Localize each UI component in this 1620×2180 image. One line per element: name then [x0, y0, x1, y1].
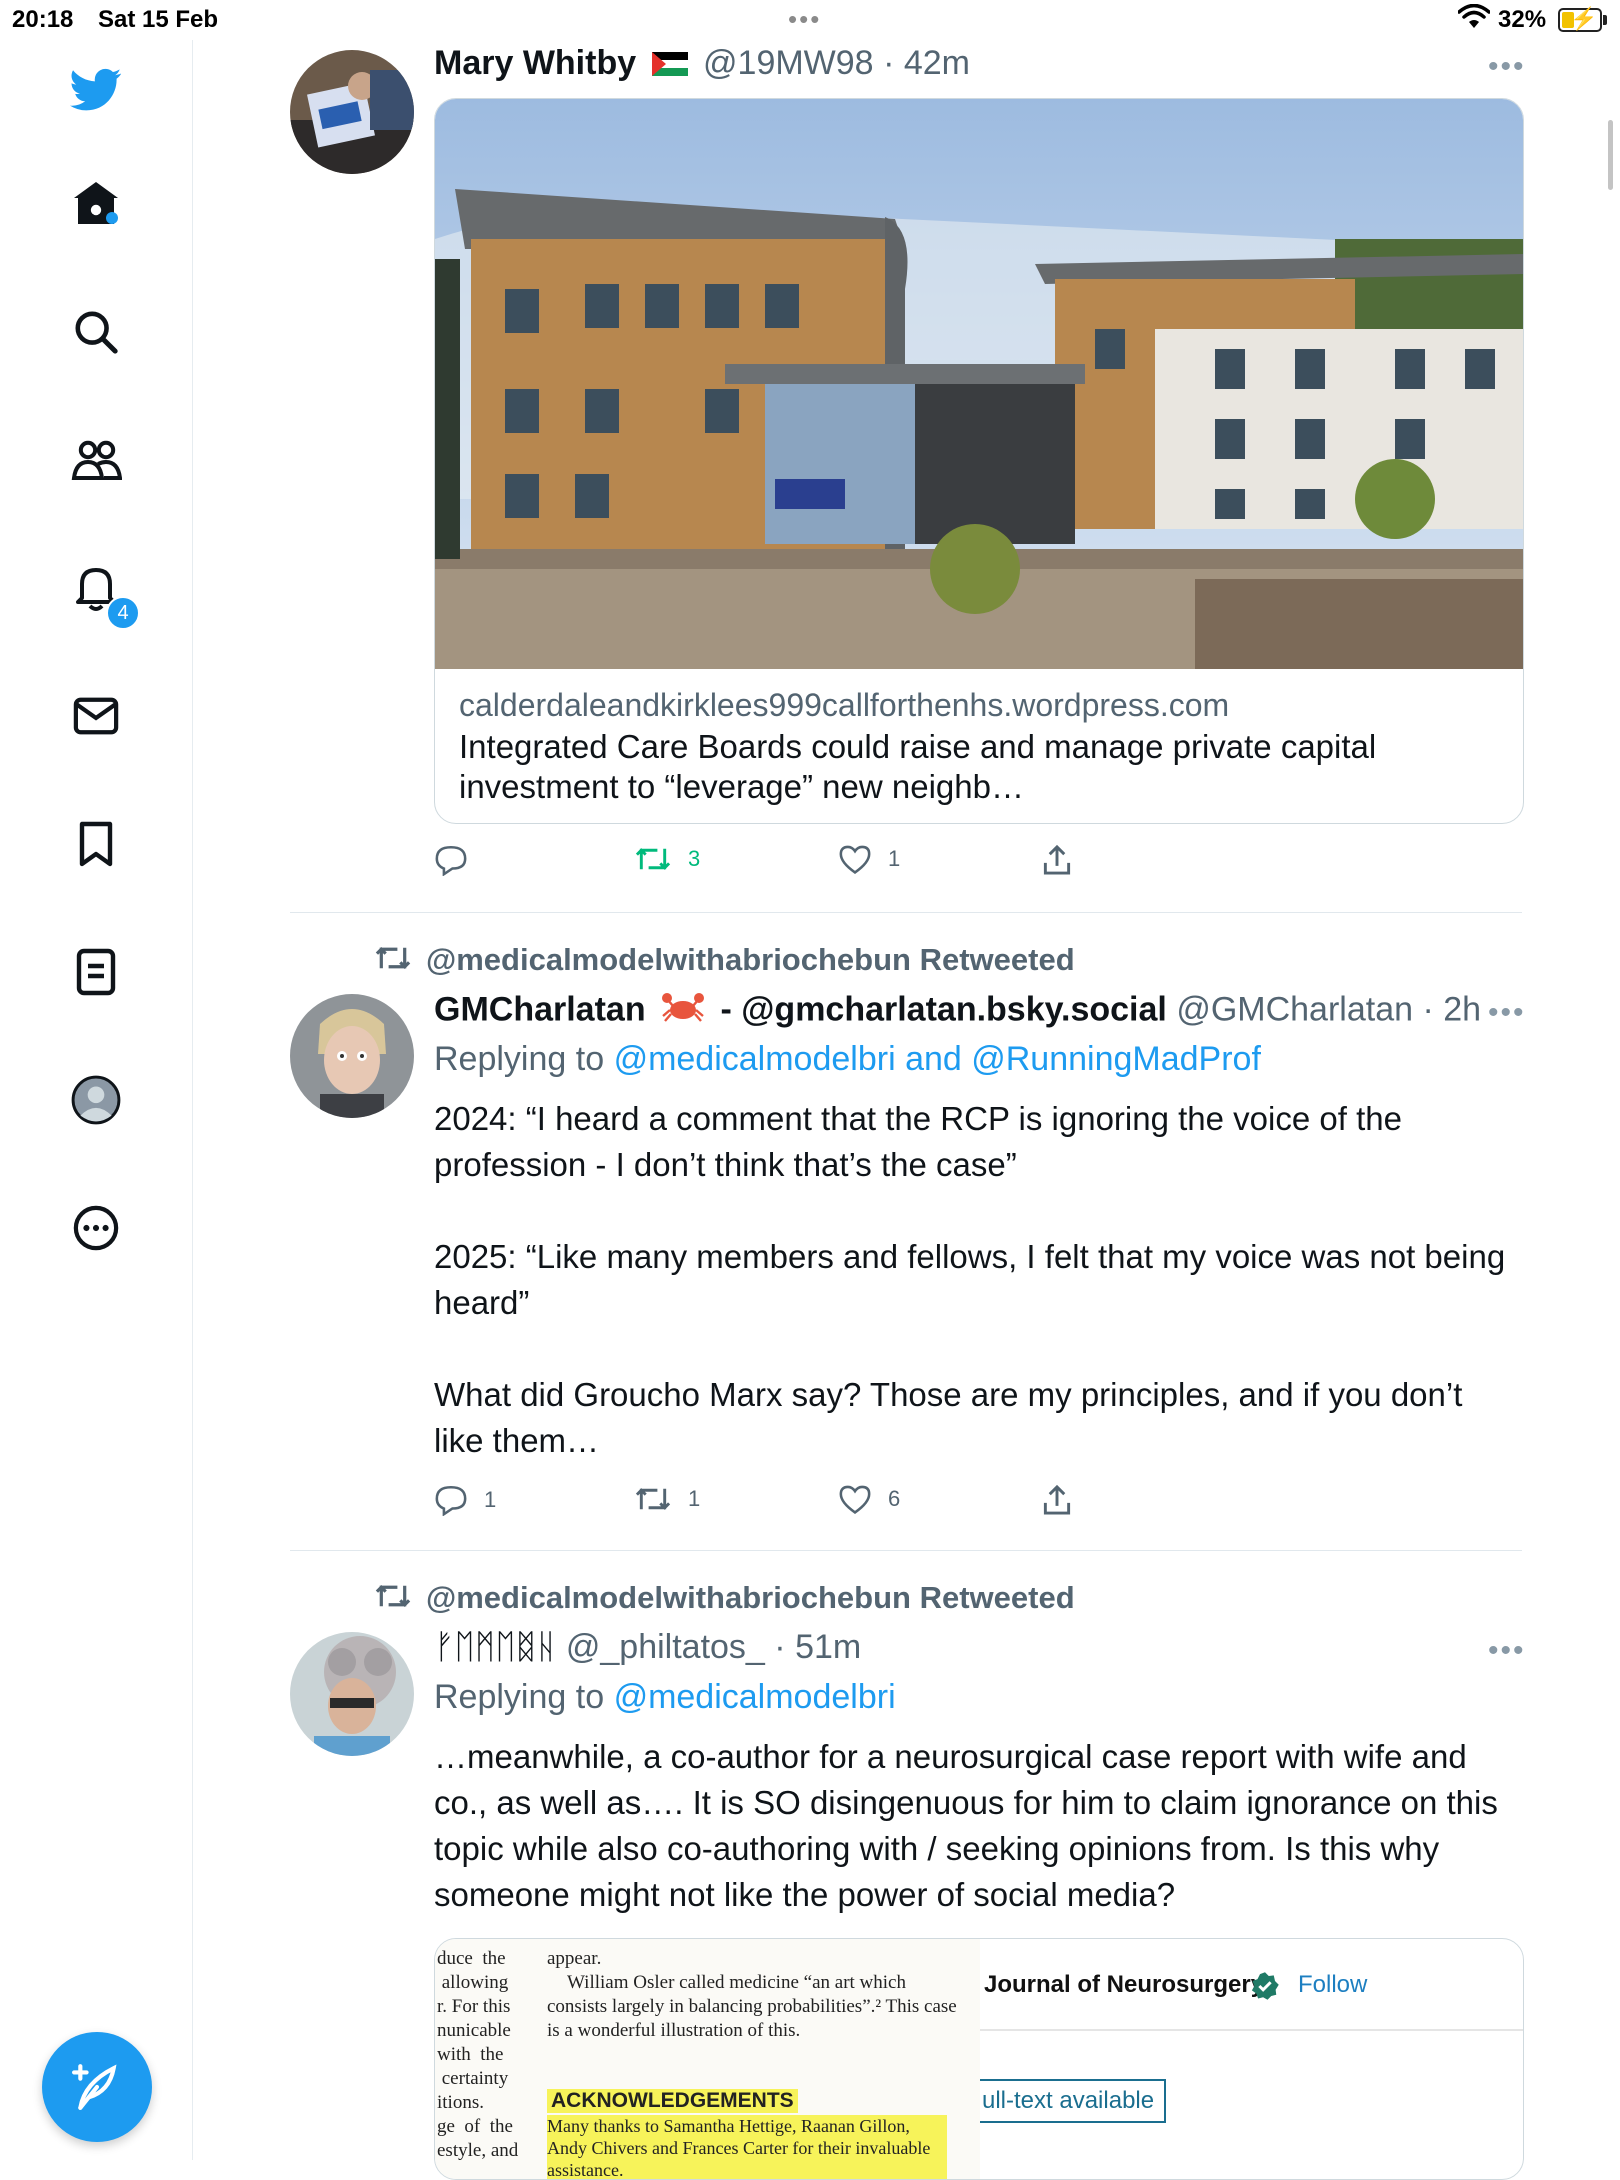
link-card-image — [435, 99, 1523, 669]
battery-icon: ⚡ — [1558, 6, 1607, 32]
tweet-media-image[interactable]: duce the allowing r. For this nunicable … — [434, 1938, 1524, 2180]
reply-button[interactable] — [434, 844, 484, 876]
tweet-handle[interactable]: @_philtatos_ — [566, 1628, 765, 1666]
tweet-divider — [290, 1550, 1522, 1551]
full-text-available-button[interactable]: ull-text available — [980, 2079, 1167, 2123]
tweet-handle[interactable]: @GMCharlatan — [1176, 990, 1413, 1028]
acknowledgements-heading: ACKNOWLEDGEMENTS — [547, 2089, 798, 2113]
scrollbar[interactable] — [1608, 120, 1613, 190]
battery-percent: 32% — [1498, 6, 1547, 33]
replying-to-link[interactable]: @medicalmodelbri and @RunningMadProf — [614, 1040, 1261, 1078]
communities-icon[interactable] — [66, 430, 126, 490]
like-button[interactable]: 1 — [838, 844, 900, 874]
replying-to-label: Replying to — [434, 1678, 605, 1716]
tweet-time[interactable]: 51m — [795, 1628, 861, 1666]
messages-icon[interactable] — [66, 686, 126, 746]
tweet-author-name[interactable]: GMCharlatan — [434, 990, 646, 1028]
avatar[interactable] — [290, 1632, 414, 1756]
tweet-time[interactable]: 42m — [904, 44, 970, 82]
compose-tweet-button[interactable] — [42, 2032, 152, 2142]
lists-icon[interactable] — [66, 942, 126, 1002]
paper-paragraph: William Osler called medicine “an art wh… — [547, 1972, 957, 2041]
profile-icon[interactable] — [66, 1070, 126, 1130]
tweet-author-name[interactable]: Mary Whitby — [434, 44, 636, 82]
paper-right-column: appear. William Osler called medicine “a… — [547, 1947, 967, 2043]
follow-button[interactable]: Follow — [1298, 1971, 1367, 1999]
avatar[interactable] — [290, 994, 414, 1118]
search-icon[interactable] — [66, 302, 126, 362]
tweet-text: …meanwhile, a co-author for a neurosurgi… — [434, 1738, 1507, 1913]
retweeted-icon — [374, 943, 412, 981]
share-icon — [1043, 844, 1071, 875]
bookmarks-icon[interactable] — [66, 814, 126, 874]
link-card-title: Integrated Care Boards could raise and m… — [459, 728, 1377, 805]
tweet-divider — [290, 912, 1522, 913]
reply-icon — [435, 845, 467, 876]
status-bar: 20:18 Sat 15 Feb ••• 32% ⚡ — [0, 0, 1620, 40]
journal-panel: Journal of Neurosurgery Follow ull-text … — [980, 1939, 1523, 2179]
tweet-author-name[interactable]: ᚠᛖᛗᛖᛥᚺ — [434, 1628, 556, 1666]
paper-excerpt: duce the allowing r. For this nunicable … — [435, 1939, 980, 2179]
paper-left-column: duce the allowing r. For this nunicable … — [437, 1948, 519, 2161]
reply-count: 1 — [484, 1487, 497, 1512]
home-icon[interactable] — [66, 173, 126, 233]
more-icon[interactable] — [66, 1198, 126, 1258]
multitasking-dots-icon[interactable]: ••• — [788, 4, 821, 35]
acknowledgements-text: Many thanks to Samantha Hettige, Raanan … — [547, 2115, 947, 2179]
like-count: 1 — [888, 846, 901, 871]
retweet-count: 3 — [688, 846, 701, 871]
status-date: Sat 15 Feb — [98, 6, 219, 33]
paper-text-line: appear. — [547, 1948, 602, 1969]
more-options-icon[interactable]: ••• — [1488, 1634, 1526, 1668]
sidebar: 4 — [0, 40, 193, 2160]
share-button[interactable] — [1042, 844, 1072, 876]
retweet-icon — [635, 1488, 671, 1510]
twitter-logo-icon[interactable] — [66, 60, 126, 120]
more-options-icon[interactable]: ••• — [1488, 996, 1526, 1030]
crab-icon — [661, 990, 705, 1033]
like-count: 6 — [888, 1486, 901, 1511]
retweeted-icon — [374, 1581, 412, 1619]
share-icon — [1043, 1484, 1071, 1515]
verified-badge-icon — [1250, 1971, 1280, 2006]
link-card-domain: calderdaleandkirklees999callforthenhs.wo… — [459, 687, 1230, 723]
divider — [980, 2029, 1523, 2031]
retweeted-by-label[interactable]: @medicalmodelwithabriochebun Retweeted — [426, 1580, 1075, 1615]
home-unread-dot — [106, 212, 118, 224]
notifications-badge: 4 — [106, 596, 140, 630]
wifi-icon — [1457, 3, 1491, 37]
avatar[interactable] — [290, 50, 414, 174]
replying-to-label: Replying to — [434, 1040, 605, 1078]
tweet-handle[interactable]: @19MW98 — [703, 44, 874, 82]
retweet-button[interactable]: 3 — [634, 844, 700, 874]
more-options-icon[interactable]: ••• — [1488, 50, 1526, 84]
like-icon — [839, 845, 871, 874]
palestine-flag-icon — [651, 46, 688, 85]
retweet-count: 1 — [688, 1486, 701, 1511]
share-button[interactable] — [1042, 1484, 1072, 1516]
reply-button[interactable]: 1 — [434, 1484, 496, 1516]
reply-icon — [435, 1485, 467, 1516]
link-card[interactable]: calderdaleandkirklees999callforthenhs.wo… — [434, 98, 1524, 824]
like-button[interactable]: 6 — [838, 1484, 900, 1514]
compose-tweet-icon — [72, 2064, 117, 2110]
tweet-author-name-suffix[interactable]: - @gmcharlatan.bsky.social — [721, 990, 1167, 1028]
status-time: 20:18 — [12, 6, 74, 33]
replying-to-link[interactable]: @medicalmodelbri — [614, 1678, 896, 1716]
tweet-time[interactable]: 2h — [1443, 990, 1481, 1028]
tweet-text: 2024: “I heard a comment that the RCP is… — [434, 1100, 1506, 1459]
retweet-button[interactable]: 1 — [634, 1484, 700, 1514]
like-icon — [839, 1485, 871, 1514]
journal-name: Journal of Neurosurgery — [984, 1971, 1265, 1998]
retweeted-by-label[interactable]: @medicalmodelwithabriochebun Retweeted — [426, 942, 1075, 977]
retweet-icon — [635, 848, 671, 870]
